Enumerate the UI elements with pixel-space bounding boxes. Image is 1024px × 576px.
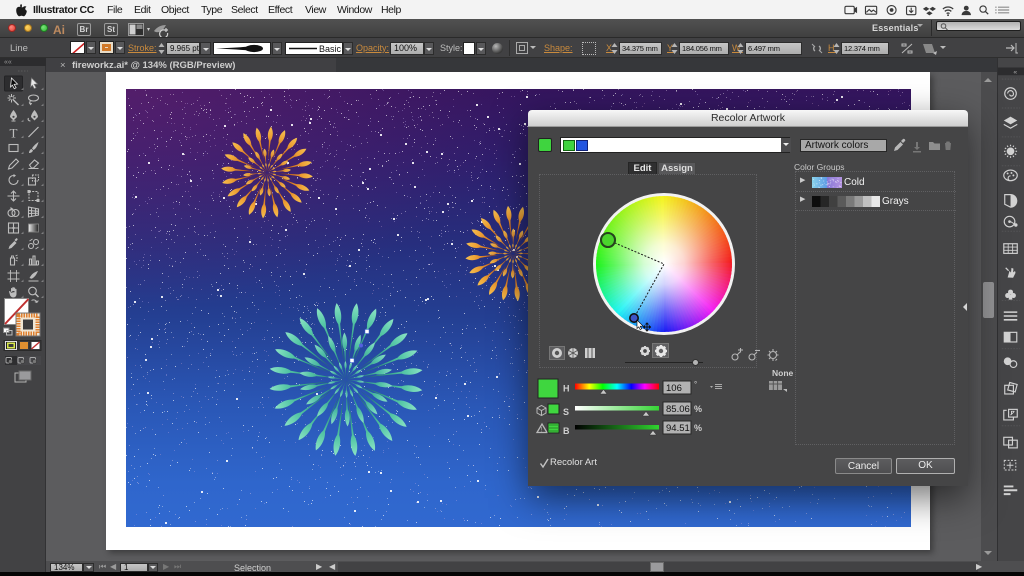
svg-text:H: H	[563, 384, 570, 394]
svg-text:85.06: 85.06	[666, 404, 690, 415]
svg-text:%: %	[694, 423, 702, 433]
svg-text:««: ««	[4, 59, 12, 66]
svg-text:B: B	[563, 426, 570, 436]
svg-text:94.51: 94.51	[666, 423, 690, 434]
svg-text:%: %	[694, 404, 702, 414]
svg-text:T: T	[10, 126, 18, 141]
svg-text:!: !	[541, 427, 543, 434]
svg-text:S: S	[563, 407, 569, 417]
svg-text:106: 106	[666, 383, 682, 394]
svg-text:«: «	[1013, 69, 1017, 76]
svg-text:°: °	[694, 380, 697, 389]
